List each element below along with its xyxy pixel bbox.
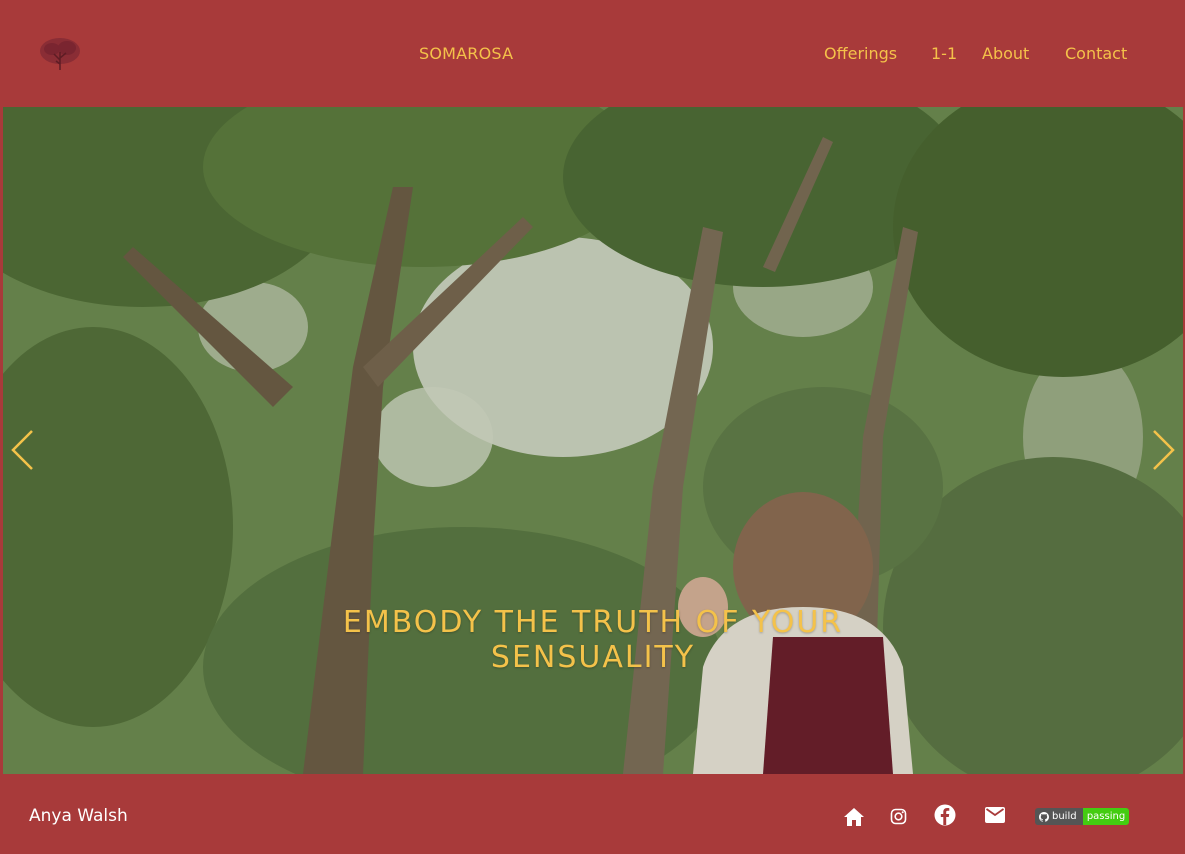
github-icon <box>1039 811 1049 822</box>
email-icon[interactable] <box>985 807 1005 823</box>
badge-status: passing <box>1086 811 1126 822</box>
nav-contact[interactable]: Contact <box>1065 44 1127 63</box>
facebook-icon[interactable] <box>934 804 956 826</box>
main-nav: Offerings 1-1 About Contact <box>0 44 1185 68</box>
site-footer: Anya Walsh build passing <box>0 774 1185 854</box>
chevron-right-icon[interactable] <box>1147 425 1181 475</box>
instagram-icon[interactable] <box>890 808 907 825</box>
nav-offerings[interactable]: Offerings <box>824 44 897 63</box>
author-name: Anya Walsh <box>29 806 128 826</box>
build-status-badge[interactable]: build passing <box>1035 808 1129 825</box>
hero-caption: EMBODY THE TRUTH OF YOUR SENSUALITY <box>342 605 844 675</box>
nav-about[interactable]: About <box>982 44 1029 63</box>
nav-one-on-one[interactable]: 1-1 <box>931 44 957 63</box>
home-icon[interactable] <box>843 807 865 827</box>
chevron-left-icon[interactable] <box>5 425 39 475</box>
site-header: SOMAROSA Offerings 1-1 About Contact <box>0 0 1185 107</box>
hero-carousel: EMBODY THE TRUTH OF YOUR SENSUALITY <box>3 107 1183 774</box>
badge-label: build <box>1052 811 1077 822</box>
